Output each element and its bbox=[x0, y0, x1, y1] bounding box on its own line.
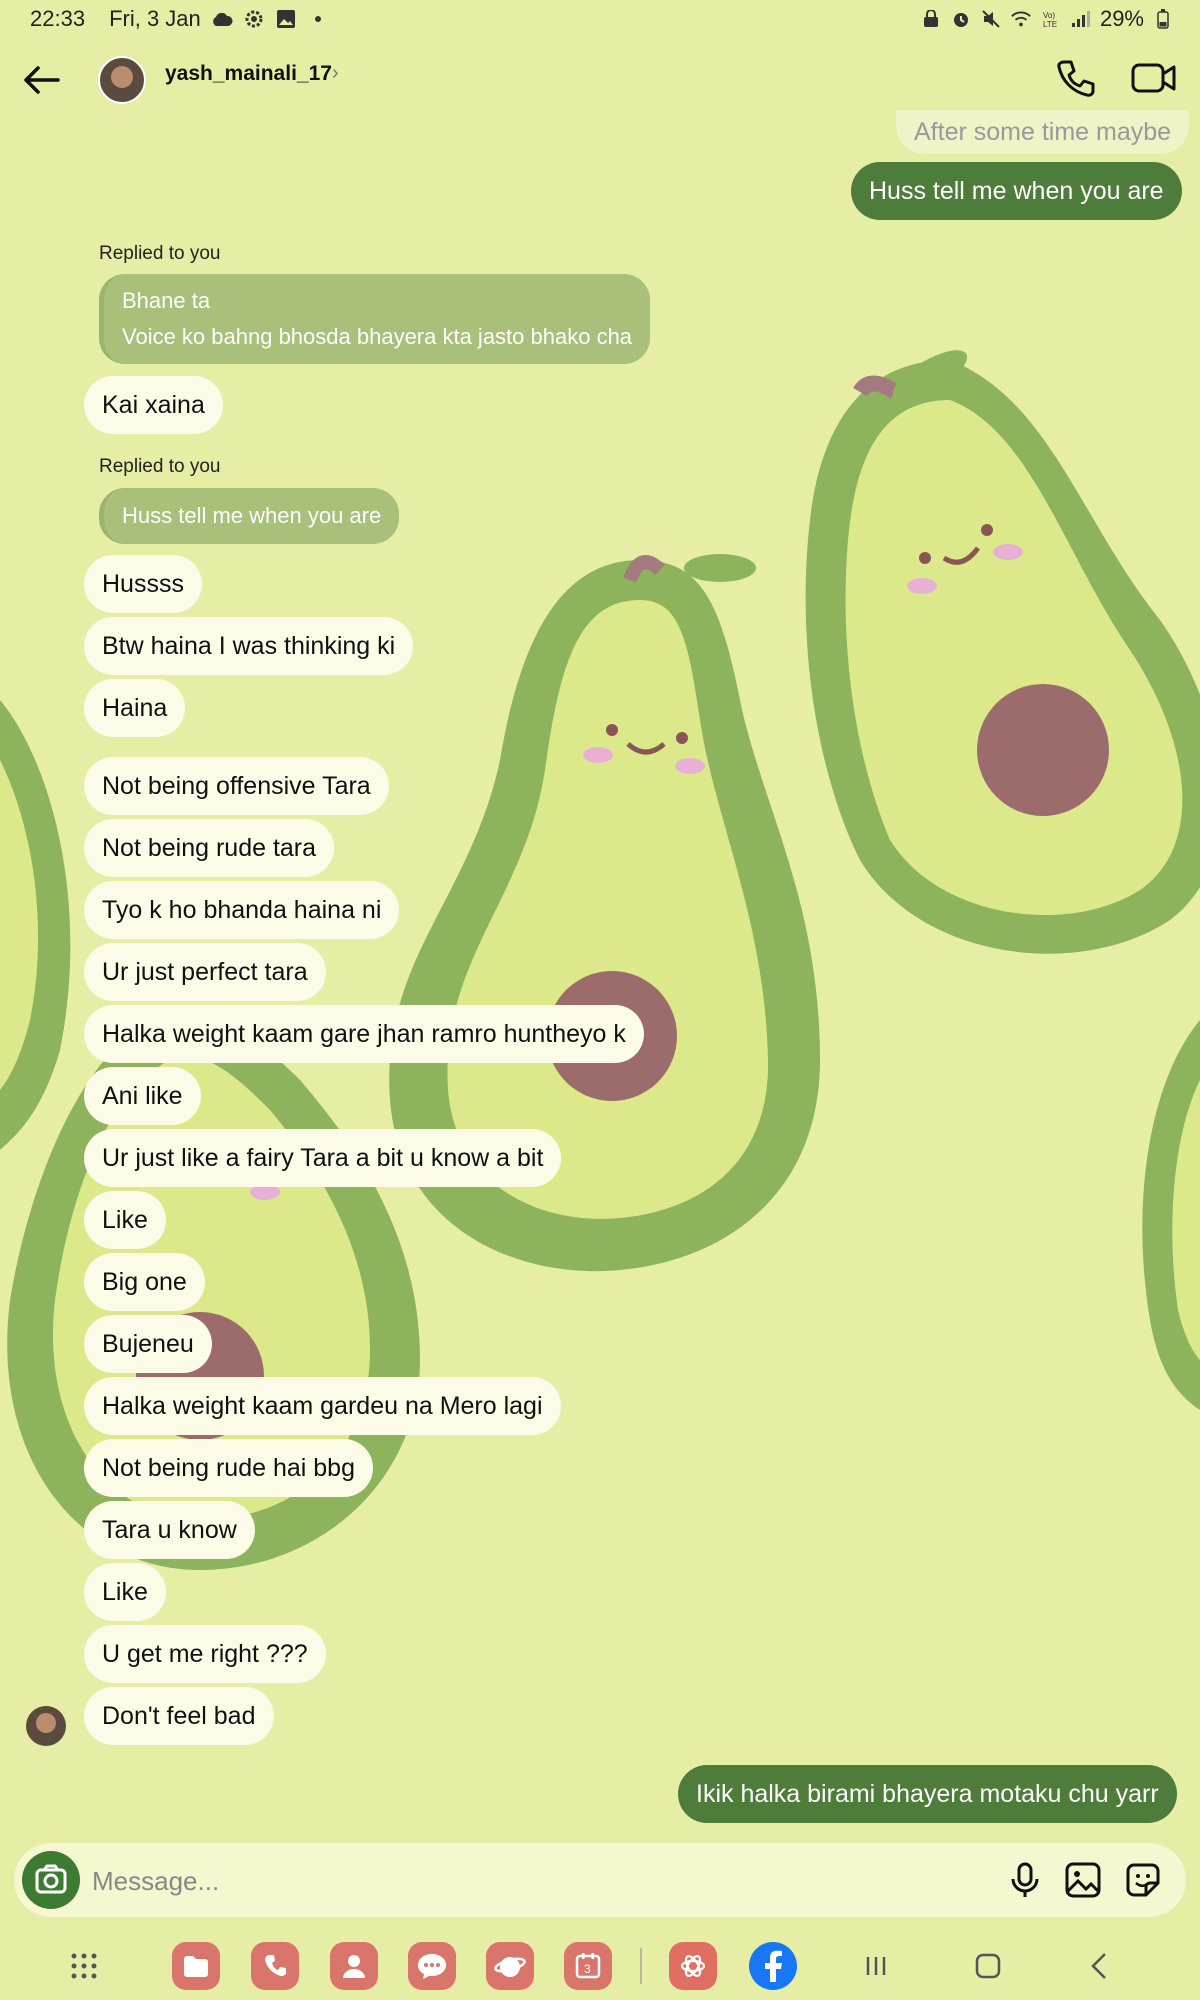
camera-button[interactable] bbox=[22, 1851, 80, 1909]
status-time: 22:33 bbox=[30, 6, 86, 31]
message-bubble-incoming[interactable]: Ur just like a fairy Tara a bit u know a… bbox=[84, 1129, 562, 1187]
gallery-button[interactable] bbox=[1062, 1859, 1104, 1901]
facebook-app-icon[interactable] bbox=[749, 1942, 797, 1990]
video-call-button[interactable] bbox=[1130, 56, 1178, 100]
profile-chevron[interactable]: › bbox=[332, 62, 339, 85]
svg-text:Vo): Vo) bbox=[1043, 11, 1055, 20]
battery-percent: 29% bbox=[1099, 6, 1144, 31]
sticker-icon bbox=[1126, 1863, 1160, 1897]
message-bubble-incoming[interactable]: Halka weight kaam gare jhan ramro hunthe… bbox=[84, 1005, 644, 1063]
alarm-icon bbox=[950, 8, 972, 30]
message-bubble-incoming[interactable]: Bujeneu bbox=[84, 1315, 212, 1373]
message-bubble-incoming[interactable]: Like bbox=[84, 1191, 166, 1249]
wifi-icon bbox=[1010, 8, 1032, 30]
message-bubble-outgoing[interactable]: Huss tell me when you are bbox=[851, 162, 1182, 220]
lock-icon bbox=[920, 8, 942, 30]
battery-icon bbox=[1152, 8, 1174, 30]
message-bubble-incoming[interactable]: Not being rude tara bbox=[84, 819, 335, 877]
signal-icon bbox=[1070, 8, 1092, 30]
voice-call-button[interactable] bbox=[1054, 56, 1098, 100]
svg-text:3: 3 bbox=[584, 1962, 591, 1976]
message-bubble-incoming[interactable]: Not being rude hai bbg bbox=[84, 1439, 373, 1497]
message-bubble-incoming[interactable]: Don't feel bad bbox=[84, 1687, 274, 1745]
reply-quote-bubble[interactable]: Huss tell me when you are bbox=[99, 488, 400, 544]
message-bubble-incoming[interactable]: U get me right ??? bbox=[84, 1625, 326, 1683]
message-bubble-incoming[interactable]: Big one bbox=[84, 1253, 205, 1311]
mute-icon bbox=[980, 8, 1002, 30]
chat-header: yash_mainali_17 › bbox=[0, 44, 1200, 114]
reply-quote-line: Bhane ta bbox=[122, 288, 211, 313]
reply-quote-bubble[interactable]: Bhane ta Voice ko bahng bhosda bhayera k… bbox=[99, 274, 651, 364]
files-app-icon[interactable] bbox=[172, 1942, 220, 1990]
home-button[interactable] bbox=[968, 1946, 1008, 1986]
status-date: Fri, 3 Jan bbox=[109, 6, 201, 31]
image-icon bbox=[1065, 1862, 1101, 1898]
message-composer bbox=[14, 1843, 1186, 1917]
message-bubble-incoming[interactable]: Kai xaina bbox=[84, 376, 223, 434]
chat-messages[interactable]: After some time maybe Huss tell me when … bbox=[0, 110, 1200, 1840]
contacts-app-icon[interactable] bbox=[330, 1942, 378, 1990]
reply-quote-line: Voice ko bahng bhosda bhayera kta jasto … bbox=[122, 324, 633, 349]
recent-apps-icon bbox=[866, 1957, 886, 1975]
chevron-left-icon bbox=[1091, 1953, 1106, 1979]
cloud-icon bbox=[211, 8, 233, 30]
svg-text:LTE: LTE bbox=[1043, 20, 1057, 29]
message-bubble-incoming[interactable]: Like bbox=[84, 1563, 166, 1621]
message-bubble-incoming[interactable]: Btw haina I was thinking ki bbox=[84, 617, 414, 675]
video-camera-icon bbox=[1131, 63, 1176, 93]
arrow-left-icon bbox=[24, 66, 60, 94]
system-back-button[interactable] bbox=[1080, 1946, 1120, 1986]
back-button[interactable] bbox=[20, 60, 64, 100]
browser-app-icon[interactable] bbox=[486, 1942, 534, 1990]
replied-to-you-label: Replied to you bbox=[99, 456, 221, 477]
contact-username[interactable]: yash_mainali_17 bbox=[165, 62, 332, 86]
message-bubble-incoming[interactable]: Ur just perfect tara bbox=[84, 943, 326, 1001]
messages-app-icon[interactable] bbox=[408, 1942, 456, 1990]
home-icon bbox=[975, 1953, 1001, 1979]
microphone-icon bbox=[1011, 1862, 1039, 1897]
message-bubble-outgoing-partial[interactable]: After some time maybe bbox=[896, 110, 1190, 154]
reply-quote-line: Huss tell me when you are bbox=[122, 503, 382, 528]
message-input[interactable] bbox=[90, 1861, 894, 1901]
message-bubble-incoming[interactable]: Not being offensive Tara bbox=[84, 757, 389, 815]
message-bubble-outgoing[interactable]: Ikik halka birami bhayera motaku chu yar… bbox=[678, 1765, 1177, 1823]
system-navigation-bar: 3 bbox=[0, 1934, 1200, 2000]
contact-avatar[interactable] bbox=[98, 56, 146, 104]
message-bubble-incoming[interactable]: Tara u know bbox=[84, 1501, 255, 1559]
app-drawer-button[interactable] bbox=[64, 1946, 104, 1986]
settings-gear-icon bbox=[243, 8, 265, 30]
voice-message-button[interactable] bbox=[1004, 1859, 1046, 1901]
more-notifications-dot-icon bbox=[307, 8, 329, 30]
grid-icon bbox=[71, 1953, 97, 1979]
volte-icon: Vo) LTE bbox=[1040, 8, 1062, 30]
dock-divider bbox=[640, 1948, 642, 1984]
status-bar: 22:33 Fri, 3 Jan Vo) LTE 29% bbox=[0, 0, 1200, 36]
message-bubble-incoming[interactable]: Haina bbox=[84, 679, 186, 737]
sticker-button[interactable] bbox=[1122, 1859, 1164, 1901]
message-bubble-incoming[interactable]: Ani like bbox=[84, 1067, 201, 1125]
phone-app-icon[interactable] bbox=[251, 1942, 299, 1990]
calendar-app-icon[interactable]: 3 bbox=[564, 1942, 612, 1990]
chatgpt-app-icon[interactable] bbox=[669, 1942, 717, 1990]
sender-avatar[interactable] bbox=[26, 1706, 66, 1746]
gallery-notification-icon bbox=[275, 8, 297, 30]
message-bubble-incoming[interactable]: Tyo k ho bhanda haina ni bbox=[84, 881, 400, 939]
camera-icon bbox=[35, 1864, 67, 1894]
message-bubble-incoming[interactable]: Halka weight kaam gardeu na Mero lagi bbox=[84, 1377, 561, 1435]
message-bubble-incoming[interactable]: Hussss bbox=[84, 555, 202, 613]
replied-to-you-label: Replied to you bbox=[99, 243, 221, 264]
phone-icon bbox=[1057, 60, 1095, 97]
recent-apps-button[interactable] bbox=[856, 1946, 896, 1986]
